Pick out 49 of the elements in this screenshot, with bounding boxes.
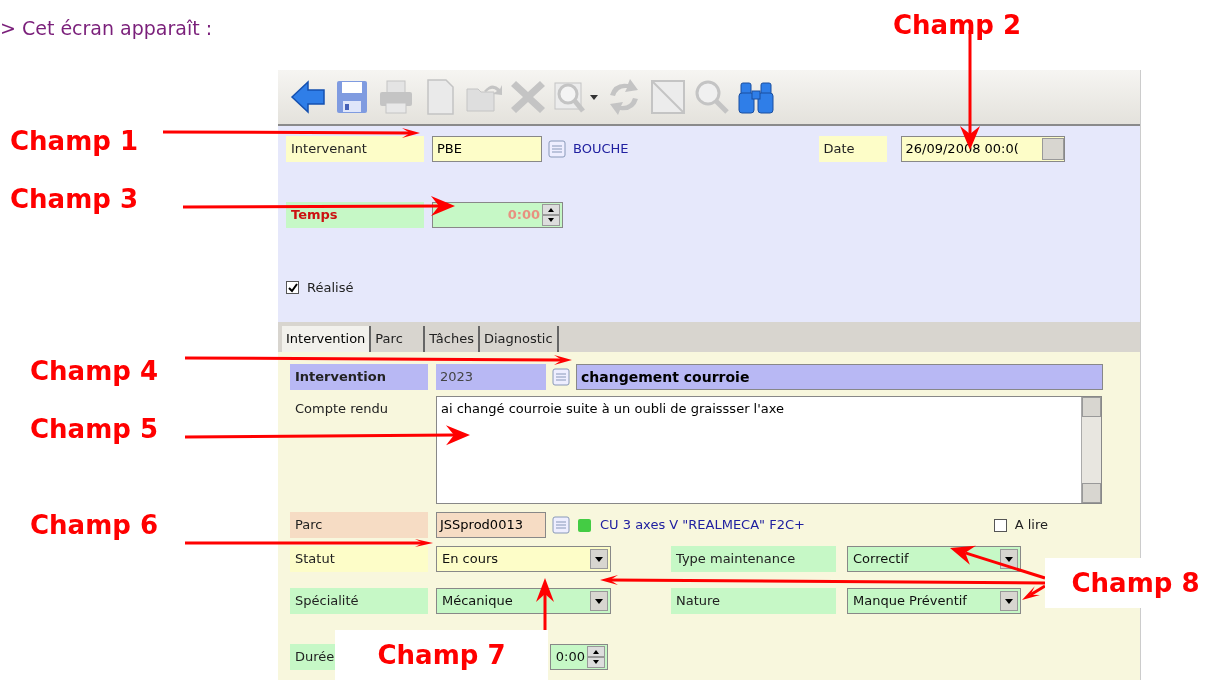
field-label: Date — [818, 136, 887, 162]
field-label: Durée — [290, 644, 335, 670]
field-label: Intervention — [290, 364, 428, 390]
field-label: Intervenant — [286, 136, 424, 162]
callout-label: Champ 2 — [893, 9, 1021, 42]
checkbox-label: Réalisé — [307, 279, 354, 297]
caret-icon — [590, 549, 608, 569]
field-label: Spécialité — [290, 588, 428, 614]
callout-label: Champ 3 — [10, 183, 138, 216]
spin-arrows-icon — [587, 646, 605, 668]
date-field[interactable]: 26/09/2008 00:0( — [900, 136, 1065, 162]
scrollbar[interactable] — [1081, 397, 1101, 503]
checkmark-icon — [287, 282, 298, 293]
field-label: Compte rendu — [294, 400, 389, 419]
time-spinner[interactable]: 0:00 — [550, 644, 608, 670]
spin-arrows-icon — [542, 204, 560, 226]
input-field[interactable]: PBE — [432, 136, 542, 162]
list-icon[interactable] — [552, 516, 570, 534]
text-area[interactable]: ai changé courroie suite à un oubli de graissser l'axe — [436, 396, 1102, 504]
checkbox[interactable] — [286, 281, 299, 295]
dropdown[interactable]: Mécanique — [436, 588, 611, 614]
intro-text: > Cet écran apparaît : — [0, 16, 213, 41]
field-label: Temps — [286, 202, 424, 228]
callout-label: Champ 6 — [30, 509, 158, 542]
callout-label: Champ 7 — [335, 630, 548, 680]
callout-label: Champ 1 — [10, 125, 138, 158]
caret-icon — [590, 591, 608, 611]
checkbox[interactable] — [993, 518, 1007, 532]
title-field[interactable]: changement courroie — [576, 364, 1103, 390]
tab[interactable]: Intervention — [282, 326, 372, 352]
name-link[interactable]: BOUCHE — [573, 139, 629, 159]
date-picker-button[interactable] — [1041, 138, 1064, 160]
annotation-arrow — [536, 578, 554, 630]
input-field[interactable]: 2023 — [436, 364, 546, 390]
list-icon[interactable] — [552, 368, 570, 386]
checkbox-label: A lire — [1014, 516, 1048, 535]
list-icon[interactable] — [548, 140, 566, 158]
field-label: Statut — [290, 546, 428, 572]
equipment-link[interactable]: CU 3 axes V "REALMECA" F2C+ — [600, 515, 805, 535]
field-label: Nature — [671, 588, 836, 614]
field-label: Parc — [290, 512, 428, 538]
dropdown[interactable]: En cours — [436, 546, 611, 572]
callout-label: Champ 5 — [30, 413, 158, 446]
field-label: Type maintenance — [671, 546, 836, 572]
callout-label: Champ 4 — [30, 355, 158, 388]
caret-icon — [1000, 591, 1018, 611]
dropdown[interactable]: Manque Préventif — [847, 588, 1021, 614]
dropdown[interactable]: Correctif — [847, 546, 1021, 572]
input-field[interactable]: JSSprod0013 — [436, 512, 546, 538]
